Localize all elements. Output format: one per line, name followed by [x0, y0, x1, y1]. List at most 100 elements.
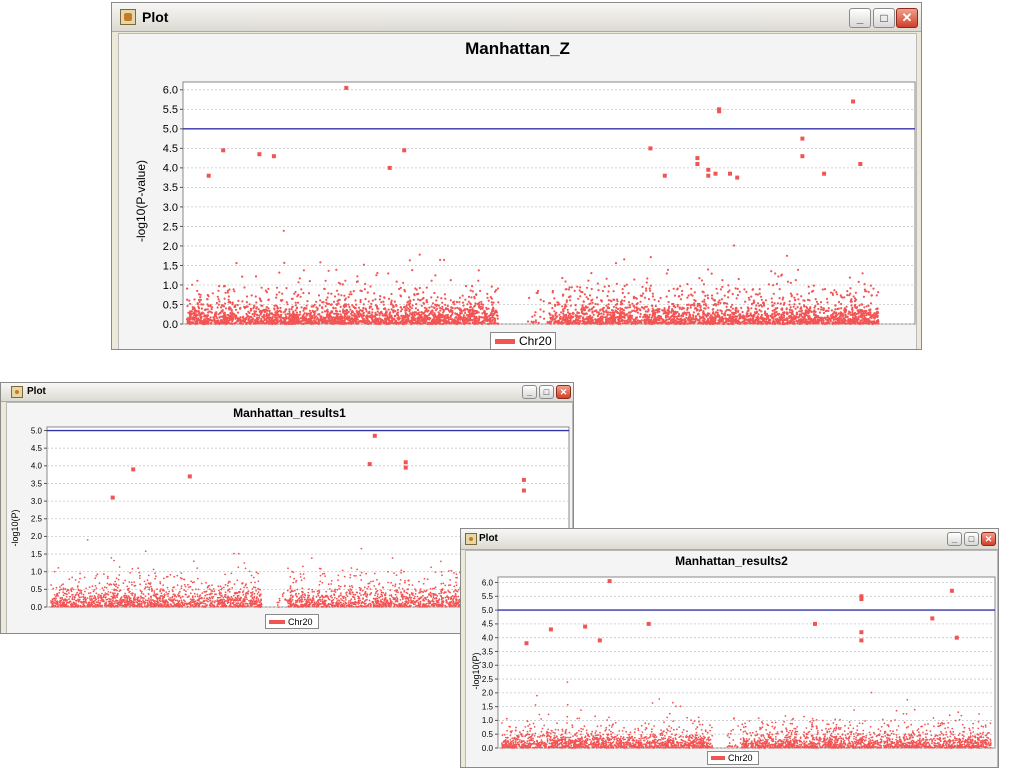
data-point: [262, 309, 265, 312]
data-point: [680, 293, 684, 296]
data-point: [553, 310, 556, 313]
data-point: [266, 309, 269, 312]
data-point: [371, 316, 374, 319]
data-point: [209, 322, 212, 325]
window-titlebar[interactable]: Plot _ □ ✕: [112, 3, 921, 32]
data-point: [594, 318, 597, 321]
data-point: [405, 306, 408, 309]
y-tick-label: 3.0: [163, 202, 178, 214]
data-point: [562, 312, 565, 315]
data-point: [656, 316, 659, 319]
data-point: [606, 313, 609, 316]
data-point: [188, 299, 191, 302]
maximize-button[interactable]: □: [539, 385, 554, 399]
data-point: [200, 303, 203, 306]
data-point: [686, 283, 689, 286]
data-point: [814, 304, 817, 308]
maximize-button[interactable]: □: [873, 8, 895, 28]
data-point: [294, 301, 297, 304]
data-point: [673, 318, 676, 321]
legend: Chr20: [490, 332, 556, 349]
data-point: [585, 312, 588, 315]
data-point: [194, 314, 197, 317]
data-point: [588, 322, 591, 325]
data-point: [267, 298, 270, 302]
data-point: [856, 309, 859, 312]
close-button[interactable]: ✕: [556, 385, 571, 399]
data-point: [343, 294, 346, 297]
data-point: [754, 293, 758, 296]
data-point: [690, 317, 694, 320]
data-point: [385, 319, 388, 322]
data-point: [867, 311, 870, 315]
data-point: [186, 318, 189, 321]
data-point: [789, 281, 792, 284]
data-point: [777, 275, 780, 278]
data-point: [702, 311, 705, 314]
data-point: [455, 300, 458, 304]
data-point: [698, 309, 701, 312]
data-point: [404, 579, 406, 582]
data-point: [782, 316, 786, 319]
data-point: [347, 319, 350, 322]
data-point: [364, 321, 367, 324]
data-point: [285, 287, 288, 290]
data-point: [410, 322, 413, 326]
minimize-button[interactable]: _: [522, 385, 537, 399]
window-titlebar[interactable]: Plot _ □ ✕: [1, 383, 573, 402]
data-point: [257, 308, 260, 311]
data-point: [487, 299, 490, 302]
data-point: [493, 290, 497, 293]
data-point: [376, 317, 379, 320]
data-point: [619, 300, 623, 303]
data-point: [405, 304, 408, 307]
data-point: [256, 313, 259, 317]
data-point: [340, 294, 343, 297]
data-point: [199, 298, 202, 301]
data-point: [291, 297, 294, 300]
data-point: [841, 312, 844, 315]
data-point: [602, 321, 605, 324]
data-point: [817, 307, 820, 311]
data-point: [215, 301, 218, 305]
data-point: [294, 290, 297, 294]
data-point: [475, 293, 478, 296]
data-point: [270, 318, 273, 321]
data-point: [357, 306, 361, 309]
data-point: [659, 296, 662, 300]
data-point: [314, 321, 317, 324]
plot-window-manhattan-z[interactable]: Plot _ □ ✕ Manhattan_Z 0.0 0.5 1.0 1.5 2.0 2.…: [111, 2, 922, 350]
data-point: [829, 291, 833, 294]
data-point: [770, 314, 773, 317]
data-point: [308, 314, 311, 317]
data-point: [226, 584, 229, 587]
peak-point: [706, 173, 711, 178]
data-point: [393, 300, 396, 303]
data-point: [258, 314, 261, 317]
data-point: [614, 303, 617, 306]
data-point: [294, 321, 298, 324]
data-point: [89, 592, 92, 594]
data-point: [329, 312, 332, 315]
close-button[interactable]: ✕: [896, 8, 918, 28]
data-point: [411, 304, 414, 307]
data-point: [374, 316, 377, 319]
data-point: [395, 280, 398, 283]
y-tick-label: 2.0: [31, 532, 43, 541]
minimize-button[interactable]: _: [849, 8, 871, 28]
data-point: [340, 598, 342, 600]
data-point: [589, 302, 592, 305]
data-point: [718, 299, 721, 302]
data-point: [627, 311, 630, 314]
data-point: [594, 302, 597, 306]
data-point: [430, 305, 433, 308]
data-point: [217, 313, 220, 316]
data-point: [793, 303, 796, 306]
data-point: [839, 311, 842, 314]
data-point: [636, 321, 639, 324]
data-point: [223, 297, 226, 300]
data-point: [815, 300, 819, 303]
data-point: [282, 229, 285, 232]
data-point: [649, 284, 652, 287]
data-point: [807, 285, 810, 288]
